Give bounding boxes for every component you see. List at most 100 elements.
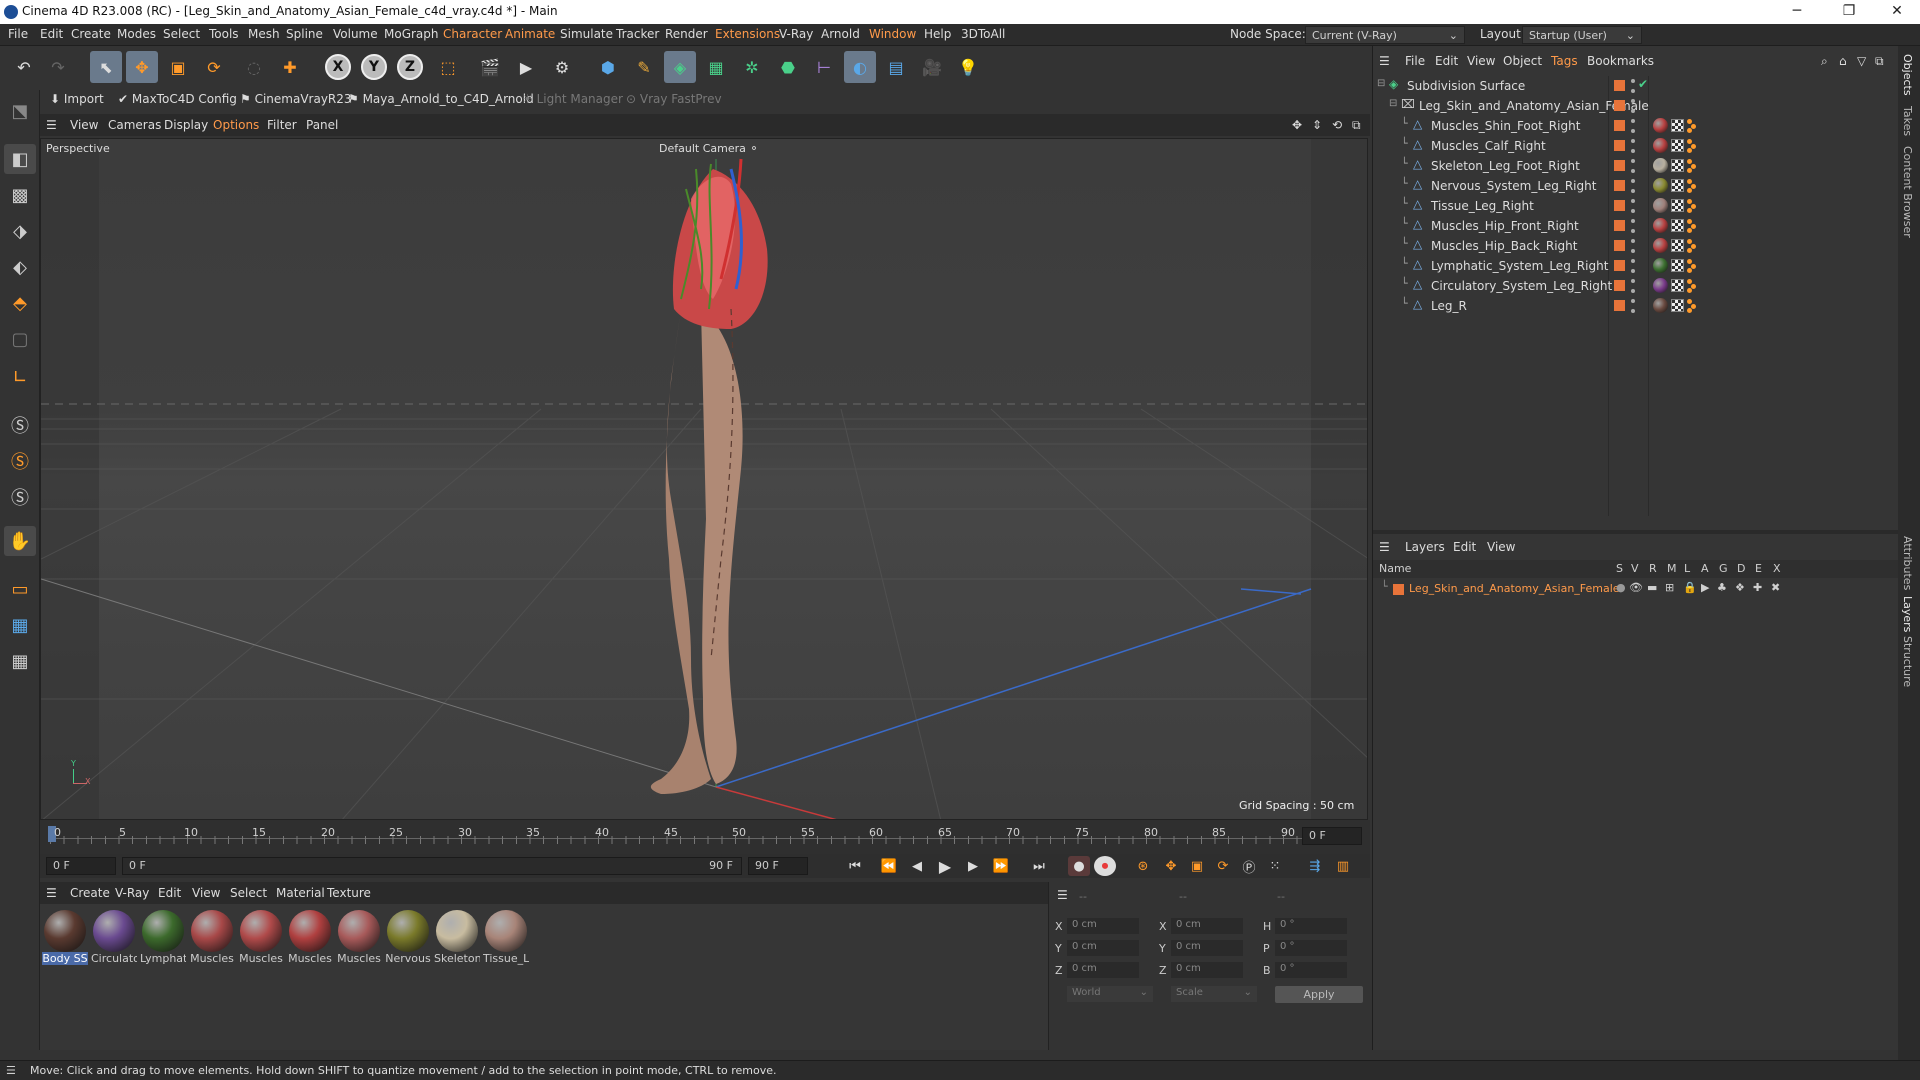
material-tag-icon[interactable] xyxy=(1653,298,1668,313)
object-row[interactable]: └ △ Circulatory_System_Leg_Right xyxy=(1373,276,1899,296)
coord-mode-select[interactable]: World ⌄ xyxy=(1067,986,1153,1002)
plugin-maxtoc4d[interactable]: ✔ MaxToC4D Config xyxy=(118,92,237,106)
search-icon[interactable]: ⌕ xyxy=(1821,54,1828,69)
menu-animate[interactable]: Animate xyxy=(505,27,555,41)
mat-menu-select[interactable]: Select xyxy=(230,886,267,900)
menu-create[interactable]: Create xyxy=(71,27,111,41)
col-expressions[interactable]: E xyxy=(1755,562,1762,575)
visibility-dots[interactable] xyxy=(1631,159,1636,173)
obj-menu-bookmarks[interactable]: Bookmarks xyxy=(1587,54,1654,68)
z-axis-lock-icon[interactable]: Z xyxy=(394,51,426,83)
object-row[interactable]: └ △ Leg_R xyxy=(1373,296,1899,316)
rotate-tool-icon[interactable]: ⟳ xyxy=(198,51,230,83)
snap-icon[interactable]: Ⓢ xyxy=(4,410,36,440)
tab-structure[interactable]: Structure xyxy=(1901,636,1914,687)
make-editable-icon[interactable]: ⬔ xyxy=(4,96,36,126)
points-mode-icon[interactable]: ⬗ xyxy=(4,216,36,246)
visibility-dots[interactable] xyxy=(1631,139,1636,153)
create-object-icon[interactable]: ✚ xyxy=(274,51,306,83)
plugin-import[interactable]: ⬇ Import xyxy=(50,92,104,106)
vp-menu-display[interactable]: Display xyxy=(164,118,208,132)
hamburger-icon[interactable]: ☰ xyxy=(1379,54,1390,68)
rot-b-field[interactable]: 0 ° xyxy=(1275,962,1347,978)
layer-menu-edit[interactable]: Edit xyxy=(1453,540,1476,554)
col-render[interactable]: R xyxy=(1649,562,1657,575)
pos-x-field[interactable]: 0 cm xyxy=(1067,918,1139,934)
menu-edit[interactable]: Edit xyxy=(40,27,63,41)
next-frame-icon[interactable]: ▶ xyxy=(962,856,984,876)
menu-mesh[interactable]: Mesh xyxy=(248,27,280,41)
material-tag-icon[interactable] xyxy=(1653,138,1668,153)
material-swatch[interactable]: Muscles xyxy=(238,910,284,965)
viewport-perspective[interactable]: Perspective Default Camera ⚬ Grid Spacin… xyxy=(40,138,1368,820)
end-frame-field[interactable]: 90 F xyxy=(748,857,808,875)
mat-menu-edit[interactable]: Edit xyxy=(158,886,181,900)
record-icon[interactable]: ● xyxy=(1068,856,1090,876)
redo-icon[interactable]: ↷ xyxy=(42,51,74,83)
maximize-button[interactable]: ❐ xyxy=(1826,0,1872,24)
pos-y-field[interactable]: 0 cm xyxy=(1067,940,1139,956)
menu-file[interactable]: File xyxy=(8,27,28,41)
subdivision-icon[interactable]: ◈ xyxy=(664,51,696,83)
grid-icon[interactable]: ▦ xyxy=(4,610,36,640)
layer-menu-layers[interactable]: Layers xyxy=(1405,540,1445,554)
col-view[interactable]: V xyxy=(1631,562,1639,575)
visibility-dots[interactable] xyxy=(1631,179,1636,193)
material-tag-icon[interactable] xyxy=(1653,238,1668,253)
mat-menu-view[interactable]: View xyxy=(192,886,220,900)
key-position-icon[interactable]: ✥ xyxy=(1160,856,1182,876)
size-z-field[interactable]: 0 cm xyxy=(1171,962,1243,978)
apply-button[interactable]: Apply xyxy=(1275,986,1363,1003)
visibility-dots[interactable] xyxy=(1631,299,1636,313)
obj-menu-edit[interactable]: Edit xyxy=(1435,54,1458,68)
menu-select[interactable]: Select xyxy=(163,27,200,41)
key-param-icon[interactable]: Ⓟ xyxy=(1238,856,1260,876)
live-selection-icon[interactable]: ◌ xyxy=(238,51,270,83)
rotate-view-icon[interactable]: ⟲ xyxy=(1332,118,1342,132)
plugin-vray-fastprev[interactable]: ⊙ Vray FastPrev xyxy=(626,92,722,106)
expression-icon[interactable]: ✚ xyxy=(1753,581,1762,594)
hamburger-icon[interactable]: ☰ xyxy=(46,886,57,900)
vray-tag-icon[interactable] xyxy=(1687,259,1697,273)
pan-view-icon[interactable]: ✥ xyxy=(1292,118,1302,132)
cube-icon[interactable]: ⬢ xyxy=(592,51,624,83)
plugin-light-manager[interactable]: ☀ Light Manager xyxy=(522,92,623,106)
preview-range-slider[interactable]: 0 F 90 F xyxy=(122,857,742,875)
layout-select[interactable]: Startup (User) ⌄ xyxy=(1522,26,1642,44)
generator-icon[interactable]: ♣ xyxy=(1717,581,1727,594)
menu-simulate[interactable]: Simulate xyxy=(560,27,613,41)
x-axis-lock-icon[interactable]: X xyxy=(322,51,354,83)
timeline[interactable]: 0 5 10 15 20 25 30 35 40 45 50 55 60 65 … xyxy=(40,820,1370,854)
col-deformers[interactable]: D xyxy=(1737,562,1745,575)
menu-render[interactable]: Render xyxy=(665,27,708,41)
object-row[interactable]: └ △ Skeleton_Leg_Foot_Right xyxy=(1373,156,1899,176)
texture-tag-icon[interactable] xyxy=(1671,199,1684,212)
extrude-icon[interactable]: ▦ xyxy=(700,51,732,83)
vray-tag-icon[interactable] xyxy=(1687,139,1697,153)
hamburger-icon[interactable]: ☰ xyxy=(46,118,57,132)
undo-icon[interactable]: ↶ xyxy=(8,51,40,83)
start-frame-field[interactable]: 0 F xyxy=(46,857,116,875)
camera-object-icon[interactable]: 🎥 xyxy=(916,51,948,83)
material-swatch[interactable]: Muscles xyxy=(189,910,235,965)
next-key-icon[interactable]: ⏩ xyxy=(990,856,1012,876)
render-region-icon[interactable]: 🎬 xyxy=(474,51,506,83)
vray-tag-icon[interactable] xyxy=(1687,159,1697,173)
lock-icon[interactable]: 🔒 xyxy=(1683,581,1697,594)
col-generators[interactable]: G xyxy=(1719,562,1728,575)
texture-tag-icon[interactable] xyxy=(1671,279,1684,292)
floor-icon[interactable]: ▤ xyxy=(880,51,912,83)
plugin-cinemavray[interactable]: ⚑ CinemaVrayR23 xyxy=(240,92,352,106)
vray-tag-icon[interactable] xyxy=(1687,279,1697,293)
material-tag-icon[interactable] xyxy=(1653,198,1668,213)
visibility-dots[interactable] xyxy=(1631,79,1636,93)
workplane-icon[interactable]: ▭ xyxy=(4,574,36,604)
mat-menu-material[interactable]: Material xyxy=(276,886,325,900)
material-swatch[interactable]: Nervous xyxy=(385,910,431,965)
menu-modes[interactable]: Modes xyxy=(117,27,156,41)
menu-tools[interactable]: Tools xyxy=(209,27,239,41)
vp-menu-options[interactable]: Options xyxy=(213,118,259,132)
mograph-icon[interactable]: ⬣ xyxy=(772,51,804,83)
vray-tag-icon[interactable] xyxy=(1687,239,1697,253)
object-row[interactable]: └ △ Lymphatic_System_Leg_Right xyxy=(1373,256,1899,276)
